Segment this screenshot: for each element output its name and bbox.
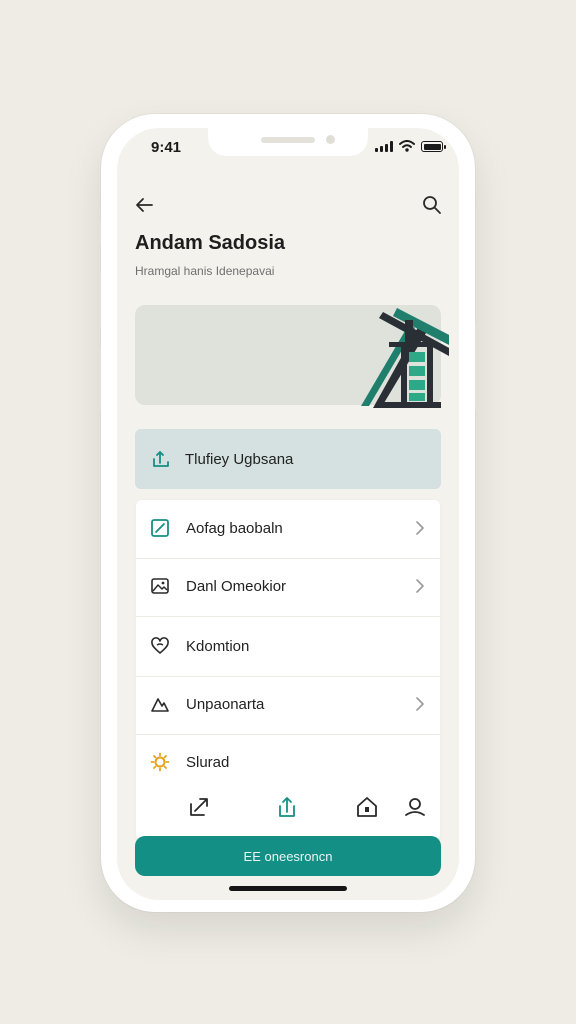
heart-icon bbox=[151, 637, 169, 654]
speaker bbox=[261, 137, 315, 143]
menu-item-label: Danl Omeokior bbox=[186, 578, 287, 595]
profile-icon[interactable] bbox=[402, 794, 428, 820]
volume-down-button bbox=[97, 346, 101, 412]
power-button bbox=[475, 322, 479, 410]
menu-item[interactable]: Danl Omeokior bbox=[136, 558, 440, 617]
back-arrow-icon[interactable] bbox=[133, 194, 155, 216]
status-time: 9:41 bbox=[151, 139, 182, 156]
menu-item-label: Aofag baobaln bbox=[186, 520, 283, 537]
tower-illustration bbox=[361, 308, 449, 408]
phone-frame: 9:41 Andam Sadosia Hramgal hanis Idenepa… bbox=[97, 114, 479, 912]
share-icon[interactable] bbox=[186, 794, 212, 820]
signal-icon bbox=[375, 140, 393, 152]
sun-icon bbox=[150, 752, 170, 772]
menu-item-label: Slurad bbox=[186, 754, 230, 771]
primary-cta-button[interactable]: EE oneesroncn bbox=[135, 836, 441, 876]
menu-item[interactable]: Aofag baobaln bbox=[136, 500, 440, 559]
bottom-tab-bar bbox=[136, 782, 440, 838]
menu-item[interactable]: Kdomtion bbox=[136, 616, 440, 677]
page-title: Andam Sadosia bbox=[135, 232, 286, 254]
page-subtitle: Hramgal hanis Idenepavai bbox=[135, 264, 275, 278]
menu-item-label: Unpaonarta bbox=[186, 696, 265, 713]
search-icon[interactable] bbox=[421, 194, 443, 216]
menu-item-label: Kdomtion bbox=[186, 638, 250, 655]
mountain-icon bbox=[151, 698, 169, 712]
status-icons bbox=[375, 140, 446, 152]
home-icon[interactable] bbox=[354, 794, 380, 820]
image-icon bbox=[151, 578, 169, 594]
upload-tray-icon bbox=[153, 451, 169, 467]
highlight-label: Tlufiey Ugbsana bbox=[185, 451, 294, 468]
volume-up-button bbox=[97, 272, 101, 328]
battery-icon bbox=[421, 141, 446, 152]
upload-icon[interactable] bbox=[274, 794, 300, 820]
menu-item[interactable]: Unpaonarta bbox=[136, 676, 440, 735]
chevron-right-icon bbox=[416, 697, 424, 711]
chevron-right-icon bbox=[416, 521, 424, 535]
home-indicator bbox=[229, 886, 347, 891]
wifi-icon bbox=[399, 140, 415, 152]
highlight-card[interactable]: Tlufiey Ugbsana bbox=[135, 429, 441, 489]
chevron-right-icon bbox=[416, 579, 424, 593]
screen: 9:41 Andam Sadosia Hramgal hanis Idenepa… bbox=[117, 128, 459, 900]
notch bbox=[208, 128, 368, 156]
mute-switch bbox=[97, 220, 101, 246]
edit-square-icon bbox=[151, 519, 169, 537]
front-camera bbox=[326, 135, 335, 144]
